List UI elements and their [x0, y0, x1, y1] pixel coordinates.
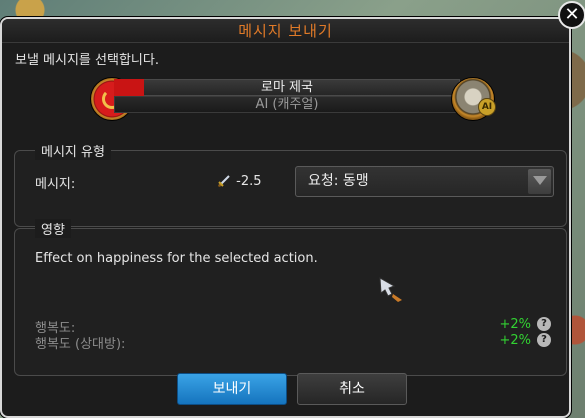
civ-banner: 로마 제국 AI (캐주얼) [114, 79, 460, 114]
message-type-dropdown[interactable]: 요청: 동맹 [295, 166, 554, 197]
dialog-title: 메시지 보내기 [238, 22, 333, 40]
mouse-cursor-icon [379, 277, 402, 302]
ai-badge: AI [478, 98, 496, 116]
happiness-opponent-row: 행복도 (상대방): +2% ? [35, 333, 551, 352]
effect-legend: 영향 [35, 219, 71, 238]
message-label: 메시지: [35, 177, 76, 192]
message-type-legend: 메시지 유형 [35, 141, 111, 160]
civ-name: 로마 제국 [261, 80, 313, 95]
help-icon[interactable]: ? [537, 317, 551, 331]
happiness-value: +2% [499, 317, 531, 332]
message-type-group: 메시지 유형 메시지: -2.5 요청: 동맹 [14, 141, 567, 227]
message-type-selected: 요청: 동맹 [308, 173, 369, 189]
happiness-opponent-label: 행복도 (상대방): [35, 337, 126, 352]
dialog-titlebar: 메시지 보내기 [2, 19, 569, 43]
close-icon[interactable]: ✕ [558, 1, 585, 29]
happiness-opponent-value: +2% [499, 333, 531, 348]
send-button[interactable]: 보내기 [177, 373, 287, 405]
message-cost-value: -2.5 [236, 174, 262, 189]
happiness-row: 행복도: +2% ? [35, 317, 551, 336]
send-message-dialog: 메시지 보내기 보낼 메시지를 선택합니다. 로마 제국 AI (캐주얼) AI… [0, 17, 571, 418]
chevron-down-icon[interactable] [528, 169, 551, 194]
cancel-button[interactable]: 취소 [297, 373, 407, 405]
instruction-text: 보낼 메시지를 선택합니다. [15, 53, 159, 68]
help-icon[interactable]: ? [537, 333, 551, 347]
effect-description: Effect on happiness for the selected act… [35, 251, 318, 266]
message-cost: -2.5 [218, 173, 262, 189]
leader-ai-type: AI (캐주얼) [255, 97, 319, 112]
effect-group: 영향 Effect on happiness for the selected … [14, 219, 567, 376]
sword-icon [218, 175, 230, 187]
